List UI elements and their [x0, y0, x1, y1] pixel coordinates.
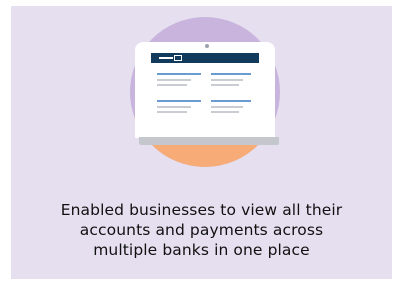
dashboard-line [157, 111, 187, 113]
dashboard-line [157, 106, 191, 108]
dashboard-line [157, 79, 191, 81]
screen-logo-line [159, 57, 173, 59]
dashboard-line [211, 106, 243, 108]
laptop-camera-icon [205, 44, 209, 48]
caption-line: Enabled businesses to view all their [60, 201, 343, 219]
laptop-base [139, 137, 279, 145]
dashboard-line [211, 79, 243, 81]
dashboard-line [211, 100, 251, 102]
dashboard-line [211, 84, 239, 86]
dashboard-line [211, 73, 251, 75]
screen-header-bar [151, 53, 259, 63]
caption-line: accounts and payments across [79, 221, 324, 239]
caption-line: multiple banks in one place [93, 241, 310, 259]
dashboard-line [157, 100, 201, 102]
dashboard-line [211, 111, 239, 113]
screen-logo-box [174, 55, 182, 61]
feature-caption: Enabled businesses to view all their acc… [11, 200, 392, 260]
dashboard-line [157, 73, 201, 75]
dashboard-line [157, 84, 187, 86]
laptop-screen [151, 53, 259, 133]
